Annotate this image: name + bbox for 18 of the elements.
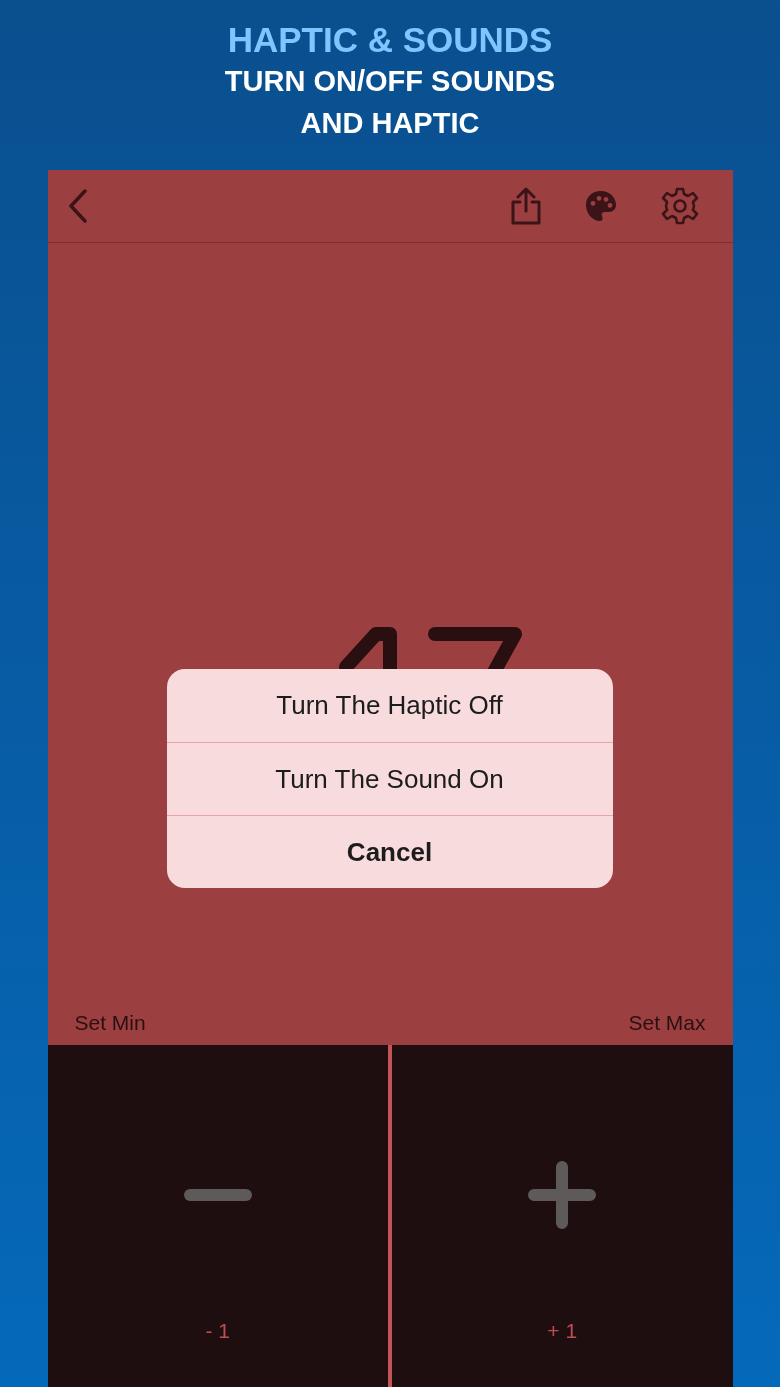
step-label: - 1 [205, 1319, 230, 1343]
share-icon[interactable] [509, 187, 542, 225]
back-icon[interactable] [67, 189, 88, 223]
plus-icon [528, 1161, 597, 1229]
set-max-link[interactable]: Set Max [628, 1010, 706, 1035]
palette-icon[interactable] [584, 190, 617, 222]
promo-subtitle: AND HAPTIC [300, 106, 480, 141]
promo-title: HAPTIC & SOUNDS [227, 20, 553, 60]
step-label: + 1 [547, 1319, 578, 1343]
action-option[interactable]: Turn The Sound On [166, 742, 613, 815]
increment-pad[interactable]: + 1 [388, 1045, 733, 1387]
action-option[interactable]: Turn The Haptic Off [166, 669, 613, 742]
settings-icon[interactable] [659, 186, 700, 226]
cancel-button[interactable]: Cancel [166, 815, 613, 888]
set-min-link[interactable]: Set Min [74, 1010, 146, 1035]
minus-icon [183, 1189, 252, 1201]
promo-subtitle: TURN ON/OFF SOUNDS [224, 64, 556, 99]
decrement-pad[interactable]: - 1 [47, 1045, 388, 1387]
